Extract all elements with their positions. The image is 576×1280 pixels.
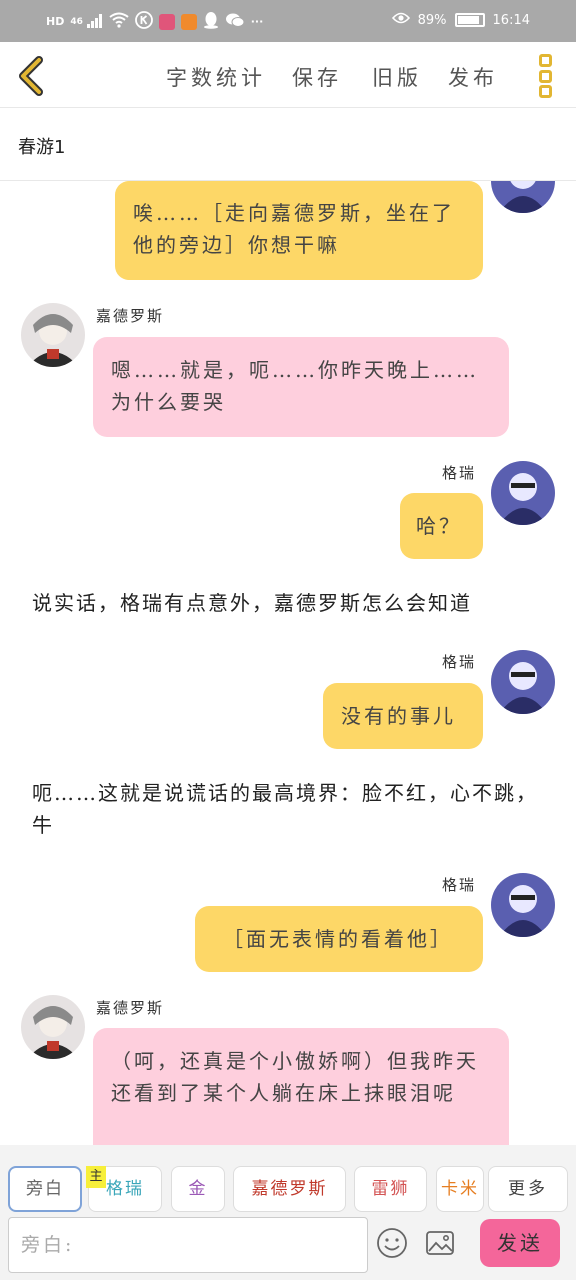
clock: 16:14 xyxy=(492,12,530,28)
input-panel: 旁白 格瑞金嘉德罗斯 雷狮 卡米 主 更多 旁白: 发送 xyxy=(0,1145,576,1280)
battery-icon xyxy=(454,13,485,27)
message-bubble[interactable]: 哈？ xyxy=(400,493,483,559)
role-chip[interactable]: 旁白 xyxy=(8,1166,82,1212)
main-character-badge: 主 xyxy=(86,1166,106,1188)
image-icon[interactable] xyxy=(424,1227,458,1261)
wifi-icon xyxy=(109,12,129,32)
menu-dot xyxy=(538,69,552,83)
avatar-jiadeluosi[interactable] xyxy=(21,995,85,1059)
status-icons-right: 89% 16:14 xyxy=(391,11,530,29)
menu-dot xyxy=(538,85,552,98)
status-bar: HD 46 ··· 89% 16:14 xyxy=(0,0,576,42)
dialogue-list[interactable]: 唉……［走向嘉德罗斯，坐在了他的旁边］你想干嘛 嘉德罗斯 嗯……就是，呃……你昨… xyxy=(0,181,576,1145)
role-chip[interactable]: 卡米 xyxy=(436,1166,484,1212)
network-type-label: 46 xyxy=(70,17,83,27)
avatar-gerui[interactable] xyxy=(491,181,555,213)
wechat-icon xyxy=(225,12,245,32)
speaker-name: 格瑞 xyxy=(442,653,477,671)
editor-toolbar: 字数统计 保存 旧版 发布 xyxy=(0,42,576,108)
hd-icon: HD xyxy=(46,15,65,28)
menu-dot xyxy=(538,54,552,67)
message-bubble[interactable]: 唉……［走向嘉德罗斯，坐在了他的旁边］你想干嘛 xyxy=(115,181,483,280)
narration-text[interactable]: 呃……这就是说谎话的最高境界：脸不红，心不跳，牛 xyxy=(32,777,552,841)
avatar-gerui[interactable] xyxy=(491,873,555,937)
qq-icon xyxy=(203,11,219,33)
role-chip[interactable]: 雷狮 xyxy=(354,1166,427,1212)
message-input[interactable]: 旁白: xyxy=(8,1217,368,1273)
more-roles-button[interactable]: 更多 xyxy=(488,1166,568,1212)
video-app-icon xyxy=(180,14,197,30)
message-bubble[interactable]: 没有的事儿 xyxy=(323,683,483,749)
speaker-name: 格瑞 xyxy=(442,464,477,482)
speaker-name: 嘉德罗斯 xyxy=(96,307,165,325)
send-button[interactable]: 发送 xyxy=(480,1219,560,1267)
avatar-jiadeluosi[interactable] xyxy=(21,303,85,367)
battery-fill xyxy=(457,16,479,24)
more-dots-icon: ··· xyxy=(250,15,264,28)
chapter-title-row[interactable]: 春游1 xyxy=(0,109,576,181)
publish-button[interactable]: 发布 xyxy=(448,62,498,92)
old-version-button[interactable]: 旧版 xyxy=(372,62,422,92)
role-chip[interactable]: 嘉德罗斯 xyxy=(233,1166,346,1212)
narration-text[interactable]: 说实话，格瑞有点意外，嘉德罗斯怎么会知道 xyxy=(32,587,552,619)
avatar-gerui[interactable] xyxy=(491,650,555,714)
speaker-name: 格瑞 xyxy=(442,876,477,894)
role-chip[interactable]: 金 xyxy=(171,1166,225,1212)
chevron-left-icon xyxy=(19,56,43,96)
store-app-icon xyxy=(158,14,175,30)
message-bubble[interactable]: （呵，还真是个小傲娇啊）但我昨天还看到了某个人躺在床上抹眼泪呢 xyxy=(93,1028,509,1145)
message-bubble[interactable]: ［面无表情的看着他］ xyxy=(195,906,483,972)
speaker-name: 嘉德罗斯 xyxy=(96,999,165,1017)
save-button[interactable]: 保存 xyxy=(292,62,342,92)
word-count-button[interactable]: 字数统计 xyxy=(166,62,266,92)
back-button[interactable] xyxy=(14,54,50,98)
eye-icon xyxy=(391,11,410,29)
k-app-icon xyxy=(134,11,153,33)
avatar-gerui[interactable] xyxy=(491,461,555,525)
status-icons-left: HD 46 ··· xyxy=(46,11,263,33)
message-bubble[interactable]: 嗯……就是，呃……你昨天晚上……为什么要哭 xyxy=(93,337,509,437)
battery-percent: 89% xyxy=(417,12,447,28)
4g-signal-icon: 46 xyxy=(70,14,102,30)
more-menu-button[interactable] xyxy=(536,54,554,98)
emoji-icon[interactable] xyxy=(376,1227,410,1261)
chapter-title: 春游1 xyxy=(18,137,66,158)
